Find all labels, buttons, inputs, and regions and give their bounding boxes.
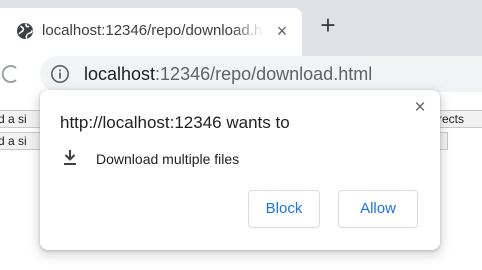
page-button[interactable]: rects bbox=[434, 110, 482, 128]
info-icon[interactable] bbox=[50, 64, 70, 84]
new-tab-button[interactable]: + bbox=[314, 12, 342, 40]
url-text[interactable]: localhost:12346/repo/download.html bbox=[84, 63, 372, 85]
prompt-title: http://localhost:12346 wants to bbox=[60, 113, 290, 132]
close-icon[interactable]: × bbox=[408, 96, 432, 120]
toolbar: localhost:12346/repo/download.html bbox=[0, 56, 482, 92]
url-path: :12346/repo/download.html bbox=[155, 64, 373, 84]
page-button[interactable]: d a si bbox=[0, 132, 42, 150]
permission-label: Download multiple files bbox=[96, 151, 240, 167]
download-icon bbox=[60, 148, 80, 168]
allow-button[interactable]: Allow bbox=[338, 190, 418, 228]
block-button[interactable]: Block bbox=[248, 190, 320, 228]
reload-icon[interactable] bbox=[0, 62, 18, 86]
browser-tab[interactable]: localhost:12346/repo/download.html × bbox=[0, 8, 302, 56]
page-button[interactable]: d a si bbox=[0, 110, 42, 128]
tab-title: localhost:12346/repo/download.html bbox=[42, 22, 264, 39]
tab-close-icon[interactable]: × bbox=[270, 19, 294, 43]
globe-icon bbox=[16, 22, 34, 40]
address-bar[interactable]: localhost:12346/repo/download.html bbox=[40, 56, 482, 92]
url-host: localhost bbox=[84, 64, 156, 84]
tab-strip: localhost:12346/repo/download.html × + bbox=[0, 0, 482, 56]
permission-prompt: × http://localhost:12346 wants to Downlo… bbox=[40, 90, 440, 250]
